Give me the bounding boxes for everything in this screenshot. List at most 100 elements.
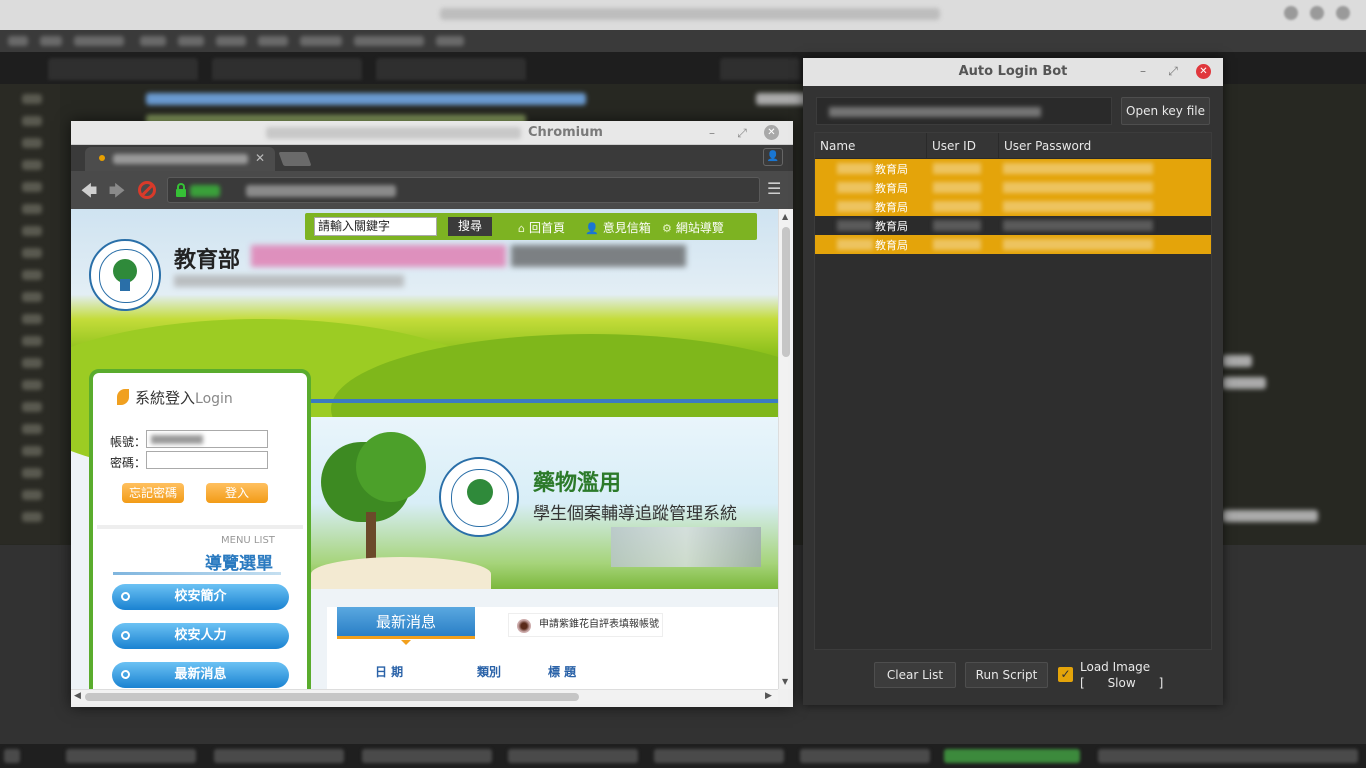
news-column-date: 日 期 — [375, 665, 404, 679]
editor-menubar — [0, 30, 1366, 52]
run-script-button[interactable]: Run Script — [965, 662, 1048, 688]
column-header-password[interactable]: User Password — [999, 133, 1211, 159]
tree-graphic — [356, 432, 426, 502]
table-row[interactable]: 教育局 — [815, 197, 1211, 216]
menu-list-label-zh: 導覽選單 — [205, 554, 273, 574]
maximize-icon[interactable]: ⤢ — [1166, 64, 1180, 79]
top-nav-bar: 請輸入關鍵字 搜尋 ⌂ 回首頁 👤 意見信箱 ⚙ 網站導覽 — [305, 213, 757, 240]
stop-icon[interactable] — [138, 181, 156, 199]
table-row[interactable]: 教育局 — [815, 178, 1211, 197]
browser-tab[interactable]: ✕ — [85, 147, 275, 171]
account-input[interactable] — [146, 430, 268, 448]
password-input[interactable] — [146, 451, 268, 469]
login-button[interactable]: 登入 — [206, 483, 268, 503]
scroll-thumb[interactable] — [85, 693, 579, 701]
close-icon[interactable]: ✕ — [764, 125, 779, 140]
forgot-password-button[interactable]: 忘記密碼 — [122, 483, 184, 503]
scroll-thumb[interactable] — [782, 227, 790, 357]
code-line — [1222, 510, 1318, 522]
vertical-scrollbar[interactable]: ▲ ▼ — [778, 209, 793, 689]
user-profile-icon[interactable]: 👤 — [763, 148, 783, 166]
moe-logo — [439, 457, 519, 537]
menu-item-about[interactable]: 校安簡介 — [112, 584, 289, 610]
taskbar-item[interactable] — [214, 749, 344, 763]
system-tray — [1098, 749, 1358, 763]
name-cell: 教育局 — [875, 182, 908, 195]
table-row[interactable]: 教育局 — [815, 159, 1211, 178]
close-icon[interactable]: ✕ — [1196, 64, 1211, 79]
city-graphic — [611, 527, 761, 567]
site-title: 教育部 — [174, 248, 241, 273]
scroll-right-icon[interactable]: ▶ — [765, 691, 772, 701]
sitemap-link-label: 網站導覽 — [675, 221, 724, 235]
user-id-blurred — [933, 163, 981, 174]
password-label: 密碼： — [110, 456, 147, 470]
news-side-link-label: 申請紫錐花自評表填報帳號 — [539, 619, 659, 630]
horizontal-scrollbar[interactable]: ◀ ▶ — [71, 689, 778, 704]
feedback-link-label: 意見信箱 — [602, 221, 651, 235]
scroll-down-icon[interactable]: ▼ — [782, 677, 788, 686]
site-title-blurred — [511, 245, 686, 267]
menu-item-staff[interactable]: 校安人力 — [112, 623, 289, 649]
home-icon: ⌂ — [518, 222, 525, 235]
new-tab-button[interactable] — [278, 152, 312, 166]
key-file-path-blurred — [829, 107, 1041, 117]
user-id-blurred — [933, 201, 981, 212]
news-column-title: 標 題 — [548, 665, 577, 679]
browser-toolbar: 🡄 🡆 ☆ ☰ — [71, 171, 793, 209]
login-title-en: Login — [195, 391, 233, 407]
news-column-category: 類別 — [477, 665, 502, 679]
forward-arrow-icon[interactable]: 🡆 — [107, 180, 127, 207]
load-image-checkbox[interactable]: ✓ — [1058, 667, 1073, 682]
bot-titlebar: Auto Login Bot – ⤢ ✕ — [803, 58, 1223, 86]
accounts-table: Name User ID User Password 教育局 教育局 教育局 教… — [814, 132, 1212, 650]
feedback-link[interactable]: 👤 意見信箱 — [585, 219, 651, 236]
account-value-blurred — [151, 435, 203, 444]
home-link[interactable]: ⌂ 回首頁 — [518, 219, 565, 236]
leaf-icon — [117, 389, 129, 405]
table-row[interactable]: 教育局 — [815, 235, 1211, 254]
scroll-left-icon[interactable]: ◀ — [74, 691, 81, 701]
moe-logo[interactable] — [89, 239, 161, 311]
lock-icon — [176, 183, 186, 197]
tree-trunk-graphic — [366, 512, 376, 562]
menu-item-label: 最新消息 — [174, 667, 227, 682]
chromium-title: Chromium — [528, 125, 603, 140]
sitemap-link[interactable]: ⚙ 網站導覽 — [662, 219, 724, 236]
minimize-icon[interactable]: – — [1136, 64, 1150, 78]
menu-item-news[interactable]: 最新消息 — [112, 662, 289, 688]
taskbar-item[interactable] — [508, 749, 638, 763]
taskbar-item[interactable] — [654, 749, 784, 763]
news-side-link[interactable]: 申請紫錐花自評表填報帳號 — [508, 613, 663, 637]
taskbar-item[interactable] — [800, 749, 930, 763]
account-label: 帳號： — [110, 435, 147, 449]
address-bar[interactable]: ☆ — [167, 177, 760, 203]
name-blurred — [837, 220, 873, 231]
home-link-label: 回首頁 — [528, 221, 565, 235]
open-key-file-button[interactable]: Open key file — [1121, 97, 1210, 125]
site-title-blurred — [251, 245, 506, 267]
hamburger-menu-icon[interactable]: ☰ — [767, 179, 781, 198]
table-row[interactable]: 教育局 — [815, 216, 1211, 235]
site-search-button[interactable]: 搜尋 — [448, 217, 492, 236]
key-file-path-field[interactable] — [816, 97, 1112, 125]
start-icon[interactable] — [4, 749, 20, 763]
scroll-up-icon[interactable]: ▲ — [782, 212, 788, 221]
editor-minimize-icon — [1284, 6, 1298, 20]
site-search-input[interactable]: 請輸入關鍵字 — [314, 217, 437, 236]
taskbar-item[interactable] — [362, 749, 492, 763]
feature-banner[interactable]: 藥物濫用 學生個案輔導追蹤管理系統 — [311, 417, 778, 589]
back-arrow-icon[interactable]: 🡄 — [79, 180, 99, 207]
minimize-icon[interactable]: – — [704, 125, 720, 141]
column-header-name[interactable]: Name — [815, 133, 927, 159]
column-header-user-id[interactable]: User ID — [927, 133, 999, 159]
taskbar-item-active[interactable] — [944, 749, 1080, 763]
url-text-blurred — [246, 185, 396, 197]
maximize-icon[interactable]: ⤢ — [734, 125, 750, 141]
clear-list-button[interactable]: Clear List — [874, 662, 956, 688]
tab-close-icon[interactable]: ✕ — [255, 151, 265, 165]
load-image-speed: [ Slow ] — [1080, 676, 1164, 690]
taskbar-item[interactable] — [66, 749, 196, 763]
menu-item-label: 校安人力 — [174, 628, 227, 643]
news-tab[interactable]: 最新消息 — [337, 607, 475, 645]
